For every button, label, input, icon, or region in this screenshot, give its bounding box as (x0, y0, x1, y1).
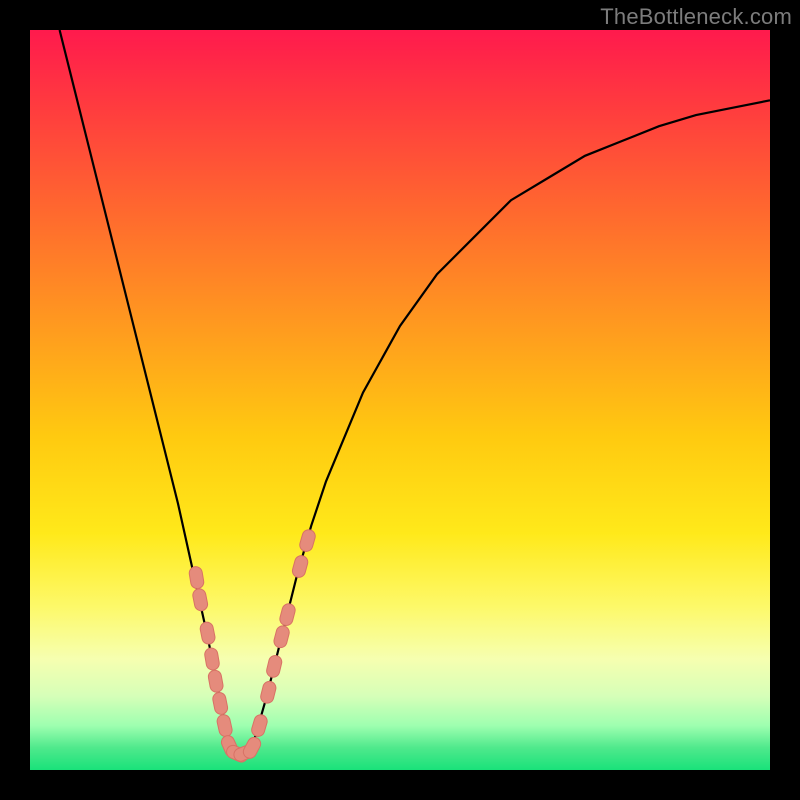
highlight-marker (291, 554, 309, 579)
highlight-marker (199, 621, 216, 645)
plot-area (30, 30, 770, 770)
highlight-marker (216, 713, 233, 737)
highlight-marker (207, 669, 224, 693)
chart-svg (30, 30, 770, 770)
highlight-marker (298, 528, 317, 553)
highlight-marker (265, 654, 283, 678)
highlight-marker (278, 602, 296, 627)
highlight-marker (212, 691, 229, 715)
highlight-marker (188, 566, 204, 590)
chart-frame: TheBottleneck.com (0, 0, 800, 800)
watermark-text: TheBottleneck.com (600, 4, 792, 30)
highlight-marker (250, 713, 269, 738)
highlight-marker (273, 625, 291, 650)
highlight-markers (188, 528, 316, 764)
bottleneck-curve (60, 30, 770, 755)
highlight-marker (192, 588, 209, 612)
highlight-marker (204, 647, 220, 671)
highlight-marker (259, 680, 277, 704)
